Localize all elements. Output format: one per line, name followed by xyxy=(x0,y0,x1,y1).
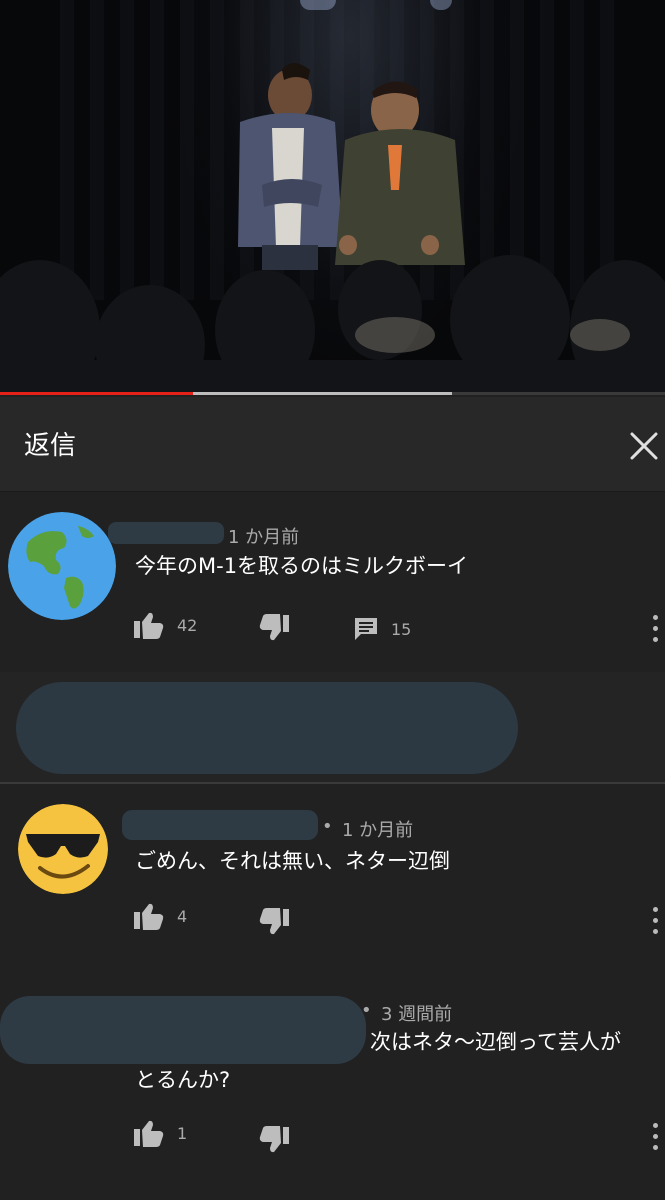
redacted-username xyxy=(122,810,318,840)
replies-header: 返信 xyxy=(0,397,665,492)
more-dot xyxy=(653,907,658,912)
performer-right xyxy=(335,81,465,265)
comment-timestamp: 1 か月前 xyxy=(342,820,414,841)
more-dot xyxy=(653,1134,658,1139)
avatar[interactable] xyxy=(8,512,116,620)
dislike-button[interactable] xyxy=(258,1126,290,1154)
comment-timestamp: 1 か月前 xyxy=(228,527,300,548)
like-count: 4 xyxy=(177,906,188,926)
avatar[interactable] xyxy=(18,804,108,894)
performers-figure xyxy=(0,63,665,395)
sunglasses-face-icon xyxy=(18,804,108,894)
redacted-user-info xyxy=(0,996,366,1064)
more-options-button[interactable] xyxy=(648,614,662,644)
progress-played xyxy=(0,392,193,395)
more-dot xyxy=(653,1123,658,1128)
more-dot xyxy=(653,615,658,620)
comment-item: • 3 週間前 次はネタ〜辺倒って芸人が とるんか? 1 xyxy=(0,976,665,1200)
more-dot xyxy=(653,918,658,923)
more-options-button[interactable] xyxy=(648,906,662,936)
dislike-button[interactable] xyxy=(258,614,290,642)
header-title: 返信 xyxy=(24,431,77,461)
redacted-username xyxy=(108,522,224,544)
close-icon xyxy=(630,432,658,460)
reply-count-button[interactable]: 15 xyxy=(353,616,411,642)
comment-separator-dot: • xyxy=(322,816,333,837)
more-dot xyxy=(653,637,658,642)
dislike-button[interactable] xyxy=(258,908,290,936)
thumbs-down-icon xyxy=(259,908,289,935)
thumbs-up-icon xyxy=(134,903,164,930)
comment-timestamp: 3 週間前 xyxy=(381,1004,453,1025)
like-count: 42 xyxy=(177,615,198,635)
video-progress-bar[interactable] xyxy=(0,392,665,395)
reply-input-redacted[interactable] xyxy=(16,682,518,774)
like-button[interactable]: 1 xyxy=(133,1119,187,1147)
more-dot xyxy=(653,1145,658,1150)
comment-text: 今年のM-1を取るのはミルクボーイ xyxy=(135,554,469,578)
comment-text-line-2: とるんか? xyxy=(135,1068,231,1092)
like-button[interactable]: 42 xyxy=(133,611,197,639)
thumbs-up-icon xyxy=(134,612,164,639)
more-dot xyxy=(653,626,658,631)
thumbs-up-icon xyxy=(134,1120,164,1147)
comment-text: ごめん、それは無い、ネター辺倒 xyxy=(135,849,450,873)
comment-item: 1 か月前 今年のM-1を取るのはミルクボーイ 42 15 xyxy=(0,492,665,672)
thumbs-down-icon xyxy=(259,614,289,641)
video-player[interactable] xyxy=(0,0,665,395)
thumbs-down-icon xyxy=(259,1126,289,1153)
globe-icon xyxy=(8,512,116,620)
like-button[interactable]: 4 xyxy=(133,902,187,930)
more-dot xyxy=(653,929,658,934)
more-options-button[interactable] xyxy=(648,1122,662,1152)
like-count: 1 xyxy=(177,1123,188,1143)
comment-item: • 1 か月前 ごめん、それは無い、ネター辺倒 4 xyxy=(0,784,665,974)
comment-text-line-1: 次はネタ〜辺倒って芸人が xyxy=(370,1030,621,1054)
audience-silhouettes xyxy=(0,255,665,395)
comment-separator-dot: • xyxy=(361,1000,372,1021)
close-button[interactable] xyxy=(622,424,665,468)
comment-icon xyxy=(355,618,377,640)
reply-count: 15 xyxy=(391,619,412,639)
performer-left xyxy=(238,63,343,270)
